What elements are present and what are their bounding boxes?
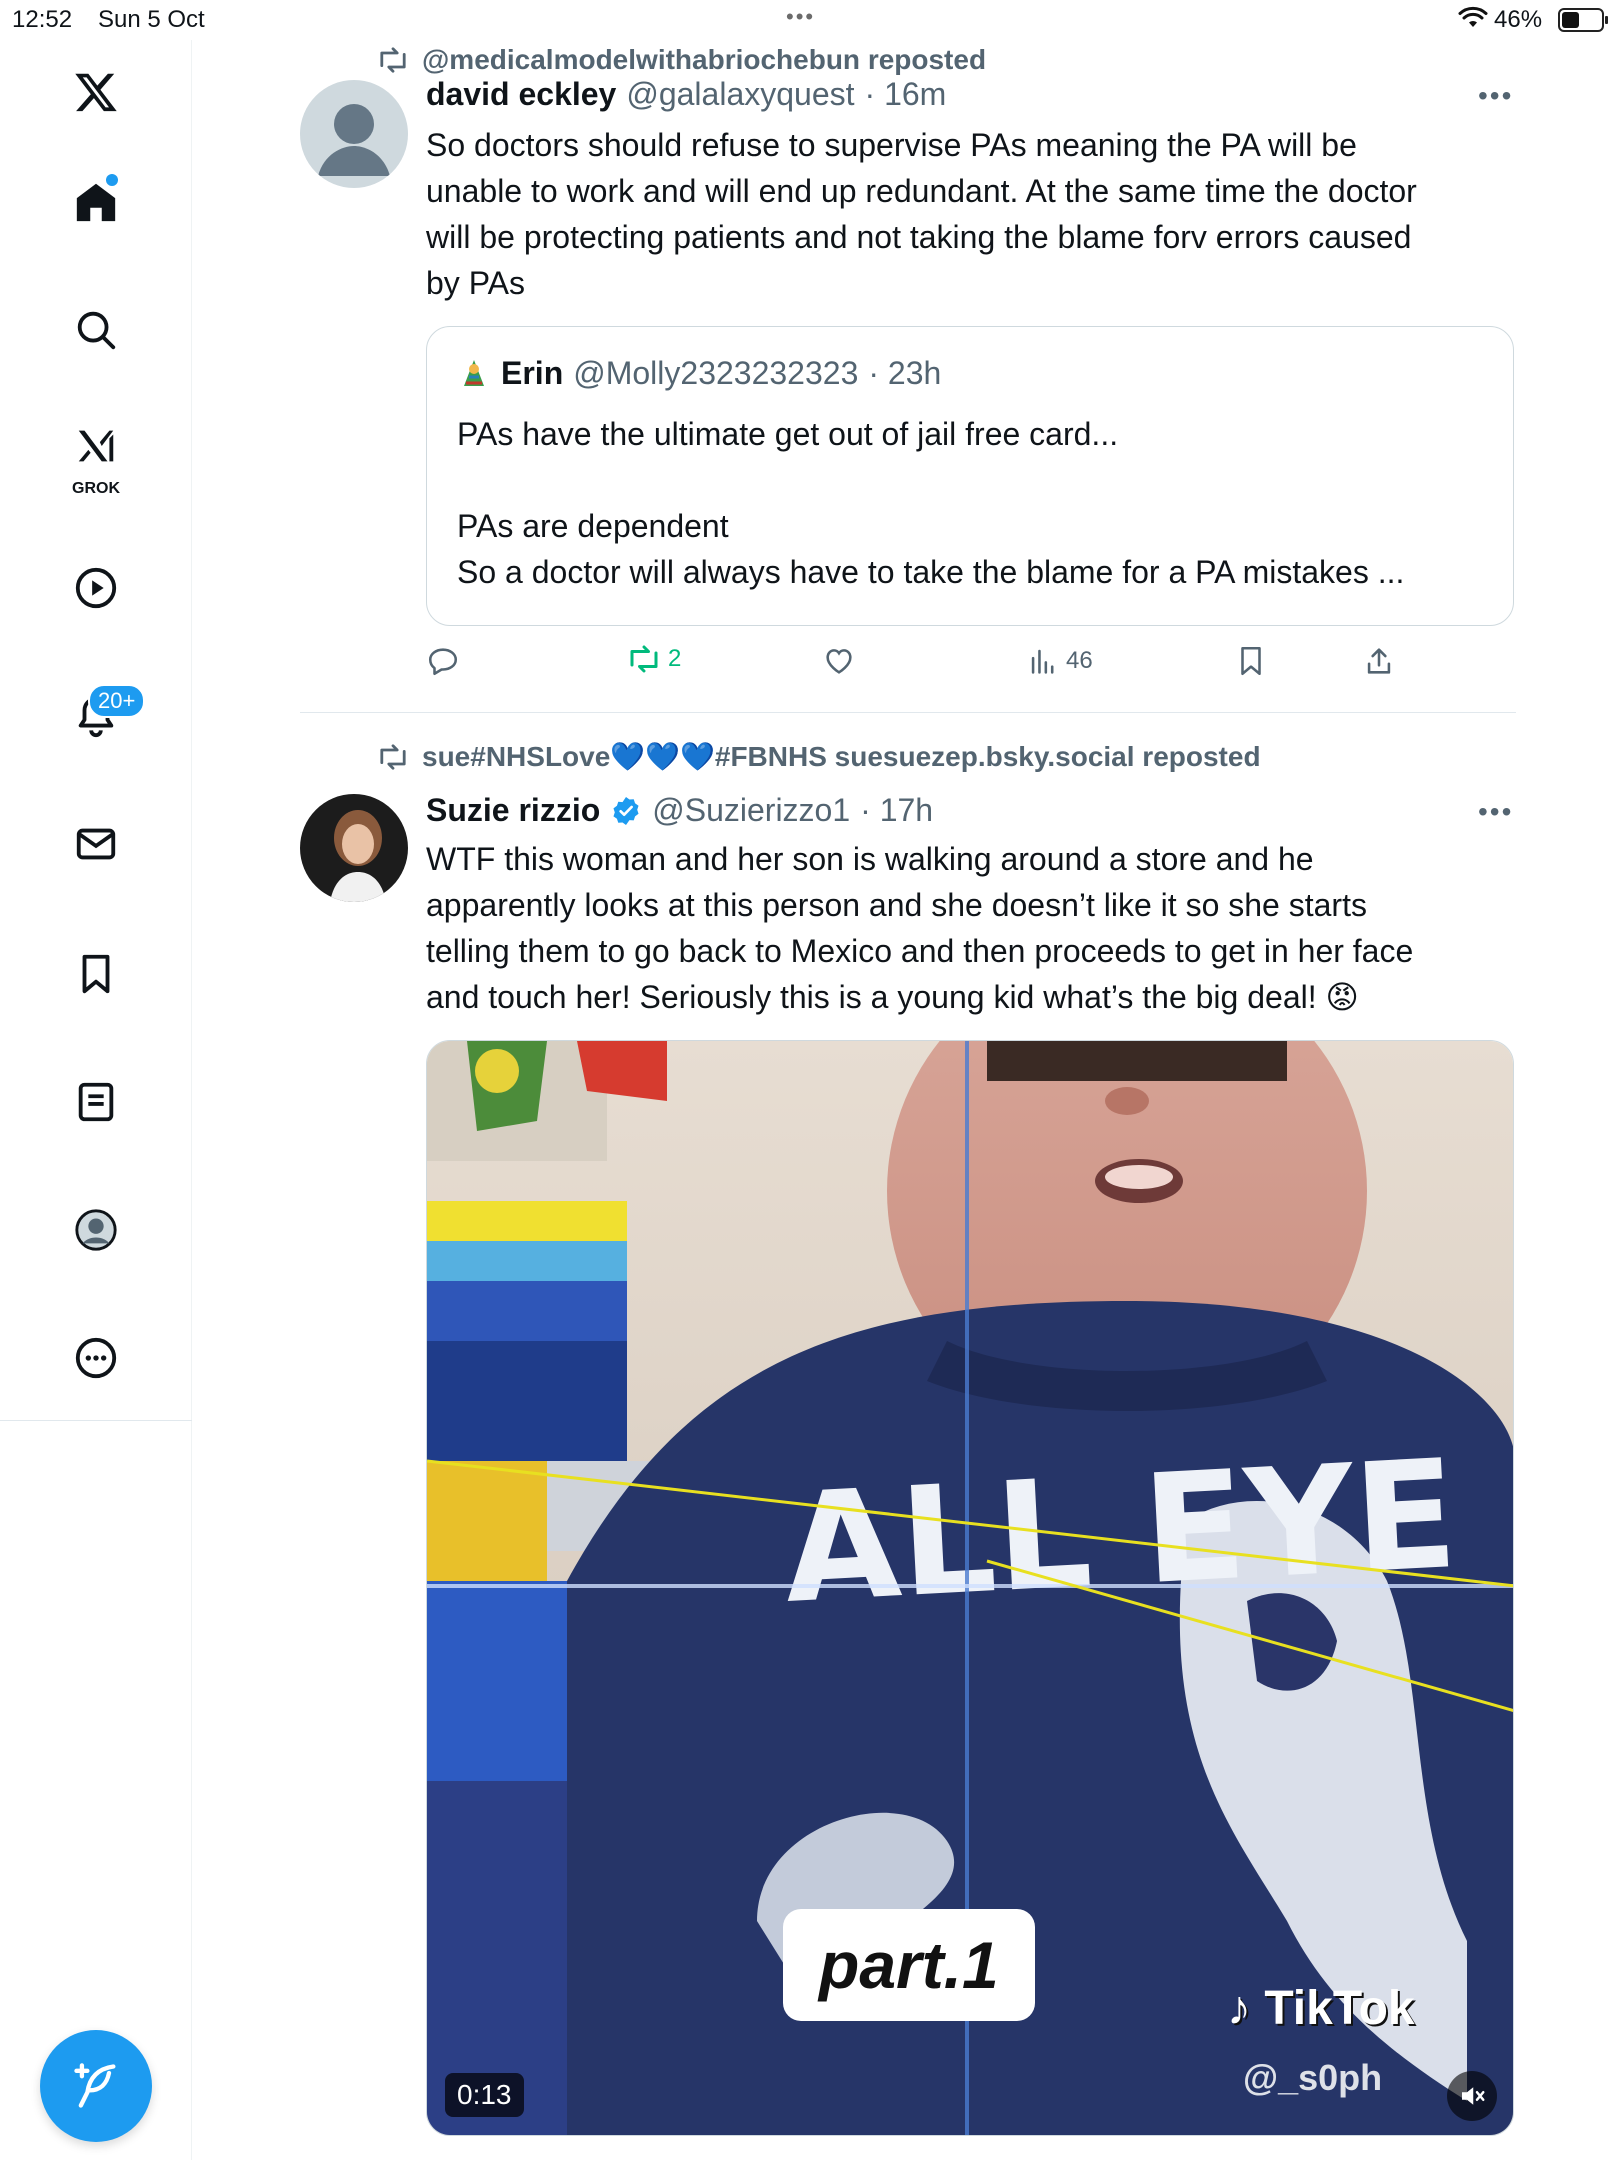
tiktok-watermark-text: TikTok bbox=[1264, 1982, 1415, 2035]
quote-author-handle: @Molly2323232323 bbox=[573, 355, 859, 391]
battery-fill bbox=[1562, 12, 1579, 28]
more-options-icon[interactable] bbox=[66, 1328, 126, 1388]
tiktok-logo-icon: ♪ bbox=[1227, 1982, 1251, 2035]
compose-post-button[interactable] bbox=[40, 2030, 152, 2142]
shirt-graphic-text: ALL EYE bbox=[780, 1428, 1461, 1637]
like-button[interactable] bbox=[822, 644, 856, 678]
bookmark-icon[interactable] bbox=[66, 944, 126, 1004]
multitasking-dots[interactable]: ••• bbox=[786, 4, 815, 30]
heart-icon bbox=[826, 649, 852, 674]
share-icon bbox=[1367, 648, 1391, 674]
home-unread-dot bbox=[106, 174, 118, 186]
repost-count: 2 bbox=[668, 645, 682, 672]
grok-icon[interactable] bbox=[66, 416, 126, 476]
speaker-muted-icon bbox=[1462, 2087, 1485, 2105]
post-header: david eckley @galalaxyquest · 16m bbox=[426, 76, 946, 113]
bookmark-icon bbox=[1241, 646, 1261, 676]
compose-feather-icon bbox=[74, 2063, 116, 2108]
quote-avatar-icon bbox=[457, 357, 491, 391]
post-more-icon[interactable]: ••• bbox=[1478, 80, 1513, 112]
sidebar-divider bbox=[0, 1420, 192, 1421]
bookmark-button[interactable] bbox=[1234, 644, 1268, 678]
repost-icon bbox=[380, 47, 406, 73]
x-logo-icon[interactable] bbox=[66, 62, 126, 122]
video-duration: 0:13 bbox=[445, 2073, 524, 2117]
post-more-icon[interactable]: ••• bbox=[1478, 796, 1513, 828]
battery-percent: 46% bbox=[1494, 6, 1543, 33]
author-handle[interactable]: @Suzierizzo1 bbox=[652, 792, 850, 829]
repost-button[interactable]: 2 bbox=[626, 644, 681, 674]
author-name[interactable]: david eckley bbox=[426, 76, 616, 113]
post-divider bbox=[300, 712, 1516, 713]
avatar[interactable] bbox=[300, 80, 408, 188]
views-button[interactable]: 46 bbox=[1026, 644, 1093, 678]
messages-envelope-icon[interactable] bbox=[66, 814, 126, 874]
quoted-post[interactable]: Erin @Molly2323232323 · 23h PAs have the… bbox=[426, 326, 1514, 626]
post-text: WTF this woman and her son is walking ar… bbox=[426, 841, 1414, 1015]
video-overlay-label: part.1 bbox=[783, 1909, 1035, 2021]
quote-author-name: Erin bbox=[501, 355, 564, 391]
status-bar: 12:52 Sun 5 Oct ••• 46% bbox=[0, 0, 1620, 40]
quote-text: PAs have the ultimate get out of jail fr… bbox=[457, 416, 1405, 590]
tiktok-handle: @_s0ph bbox=[1243, 2057, 1383, 2098]
author-handle[interactable]: @galalaxyquest bbox=[626, 76, 854, 113]
quote-header: Erin @Molly2323232323 · 23h bbox=[457, 355, 941, 392]
repost-indicator: @medicalmodelwithabriochebun reposted bbox=[376, 44, 986, 76]
reply-icon bbox=[428, 648, 458, 676]
post-text: So doctors should refuse to supervise PA… bbox=[426, 127, 1417, 301]
battery-icon bbox=[1558, 8, 1608, 32]
post-time[interactable]: · 16m bbox=[865, 76, 947, 113]
avatar[interactable] bbox=[300, 794, 408, 902]
search-icon[interactable] bbox=[66, 300, 126, 360]
verified-badge-icon bbox=[610, 795, 642, 827]
repost-icon bbox=[630, 645, 658, 673]
author-name[interactable]: Suzie rizzio bbox=[426, 792, 600, 829]
profile-avatar-icon[interactable] bbox=[66, 1200, 126, 1260]
tiktok-watermark: ♪ TikTok bbox=[1227, 1981, 1415, 2036]
post-header: Suzie rizzio @Suzierizzo1 · 17h bbox=[426, 792, 933, 829]
notifications-badge: 20+ bbox=[88, 684, 146, 718]
share-button[interactable] bbox=[1362, 644, 1396, 678]
lists-icon[interactable] bbox=[66, 1072, 126, 1132]
post-actions: 2 46 bbox=[426, 644, 1526, 684]
quote-time: · 23h bbox=[868, 355, 942, 391]
repost-text: @medicalmodelwithabriochebun reposted bbox=[422, 44, 987, 75]
reply-button[interactable] bbox=[426, 644, 460, 678]
sidebar-nav: GROK 20+ bbox=[0, 40, 192, 2160]
wifi-icon bbox=[1458, 6, 1488, 37]
grok-label: GROK bbox=[72, 480, 120, 497]
views-chart-icon bbox=[1031, 649, 1054, 674]
video-player[interactable]: ALL EYE part.1 ♪ TikTok @_s0ph 0:13 bbox=[426, 1040, 1514, 2136]
mute-toggle[interactable] bbox=[1447, 2071, 1497, 2121]
video-play-icon[interactable] bbox=[66, 558, 126, 618]
repost-icon bbox=[380, 743, 406, 770]
post-time[interactable]: · 17h bbox=[860, 792, 933, 829]
status-date: Sun 5 Oct bbox=[98, 6, 205, 33]
views-count: 46 bbox=[1066, 647, 1093, 674]
repost-indicator: sue#NHSLove💙💙💙#FBNHS suesuezep.bsky.soci… bbox=[376, 740, 1261, 773]
status-time: 12:52 bbox=[12, 6, 73, 33]
repost-text: sue#NHSLove💙💙💙#FBNHS suesuezep.bsky.soci… bbox=[422, 741, 1261, 772]
